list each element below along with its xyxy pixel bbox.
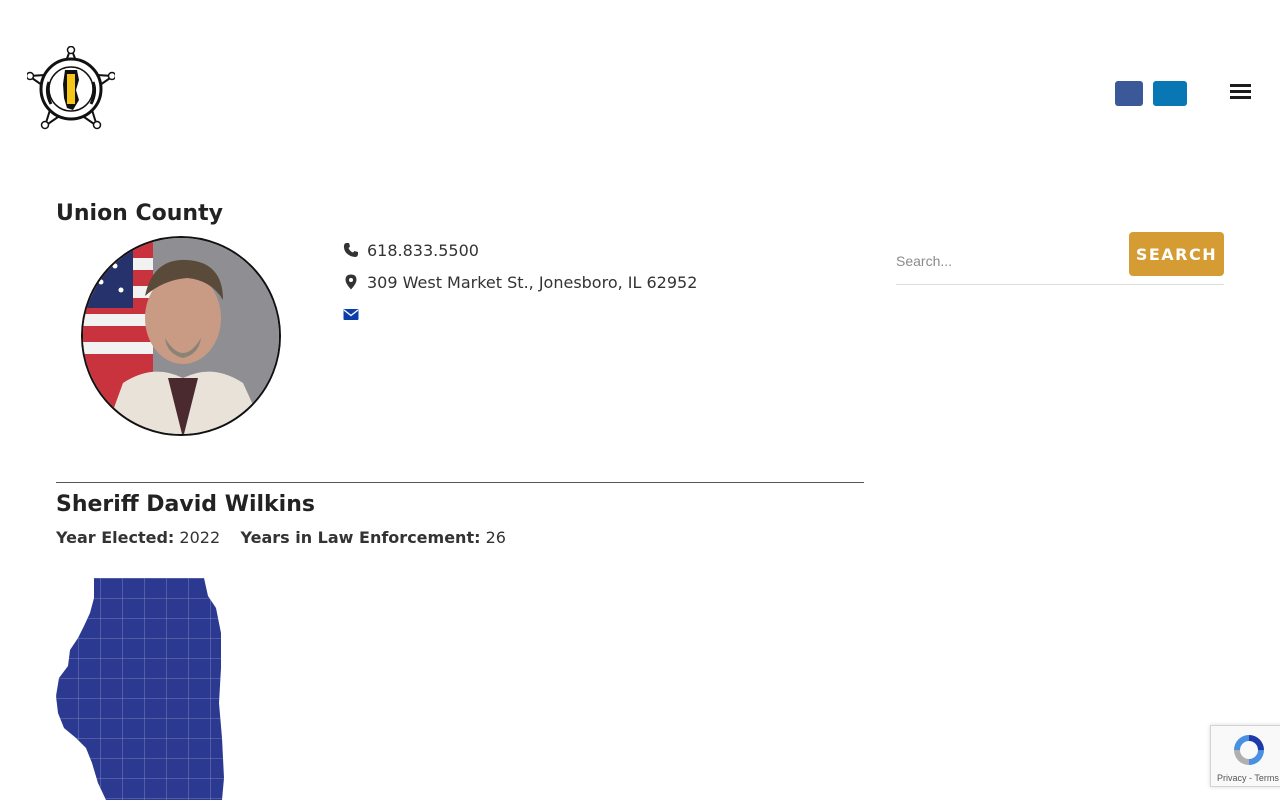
recaptcha-icon bbox=[1231, 732, 1267, 768]
sheriffs-association-logo[interactable] bbox=[25, 45, 117, 130]
illinois-county-map bbox=[56, 578, 226, 800]
hamburger-menu-icon[interactable] bbox=[1226, 80, 1256, 102]
search-button[interactable]: SEARCH bbox=[1129, 232, 1224, 276]
recaptcha-links[interactable]: Privacy - Terms bbox=[1217, 773, 1279, 783]
section-divider bbox=[56, 482, 864, 483]
search-form: SEARCH bbox=[896, 232, 1224, 285]
linkedin-button[interactable] bbox=[1153, 81, 1187, 106]
facebook-button[interactable] bbox=[1115, 81, 1143, 106]
email-row bbox=[343, 303, 367, 325]
county-title: Union County bbox=[56, 201, 223, 226]
sheriff-meta: Year Elected: 2022 Years in Law Enforcem… bbox=[56, 528, 506, 547]
address-text: 309 West Market St., Jonesboro, IL 62952 bbox=[367, 272, 698, 292]
sheriff-name: Sheriff David Wilkins bbox=[56, 492, 315, 517]
menu-bar bbox=[1230, 96, 1251, 99]
sheriff-photo bbox=[81, 236, 281, 436]
year-elected-label: Year Elected: bbox=[56, 528, 175, 547]
address-row: 309 West Market St., Jonesboro, IL 62952 bbox=[343, 271, 697, 293]
year-elected-value: 2022 bbox=[179, 528, 221, 547]
search-input[interactable] bbox=[896, 246, 1121, 276]
years-le-value: 26 bbox=[485, 528, 506, 547]
phone-row: 618.833.5500 bbox=[343, 239, 479, 261]
map-marker-icon bbox=[343, 274, 359, 290]
menu-bar bbox=[1230, 90, 1251, 93]
site-header bbox=[0, 0, 1280, 180]
menu-bar bbox=[1230, 84, 1251, 87]
envelope-icon[interactable] bbox=[343, 306, 359, 322]
recaptcha-badge[interactable]: Privacy - Terms bbox=[1210, 725, 1280, 787]
years-le-label: Years in Law Enforcement: bbox=[240, 528, 481, 547]
phone-number[interactable]: 618.833.5500 bbox=[367, 241, 479, 260]
phone-icon bbox=[343, 242, 359, 258]
